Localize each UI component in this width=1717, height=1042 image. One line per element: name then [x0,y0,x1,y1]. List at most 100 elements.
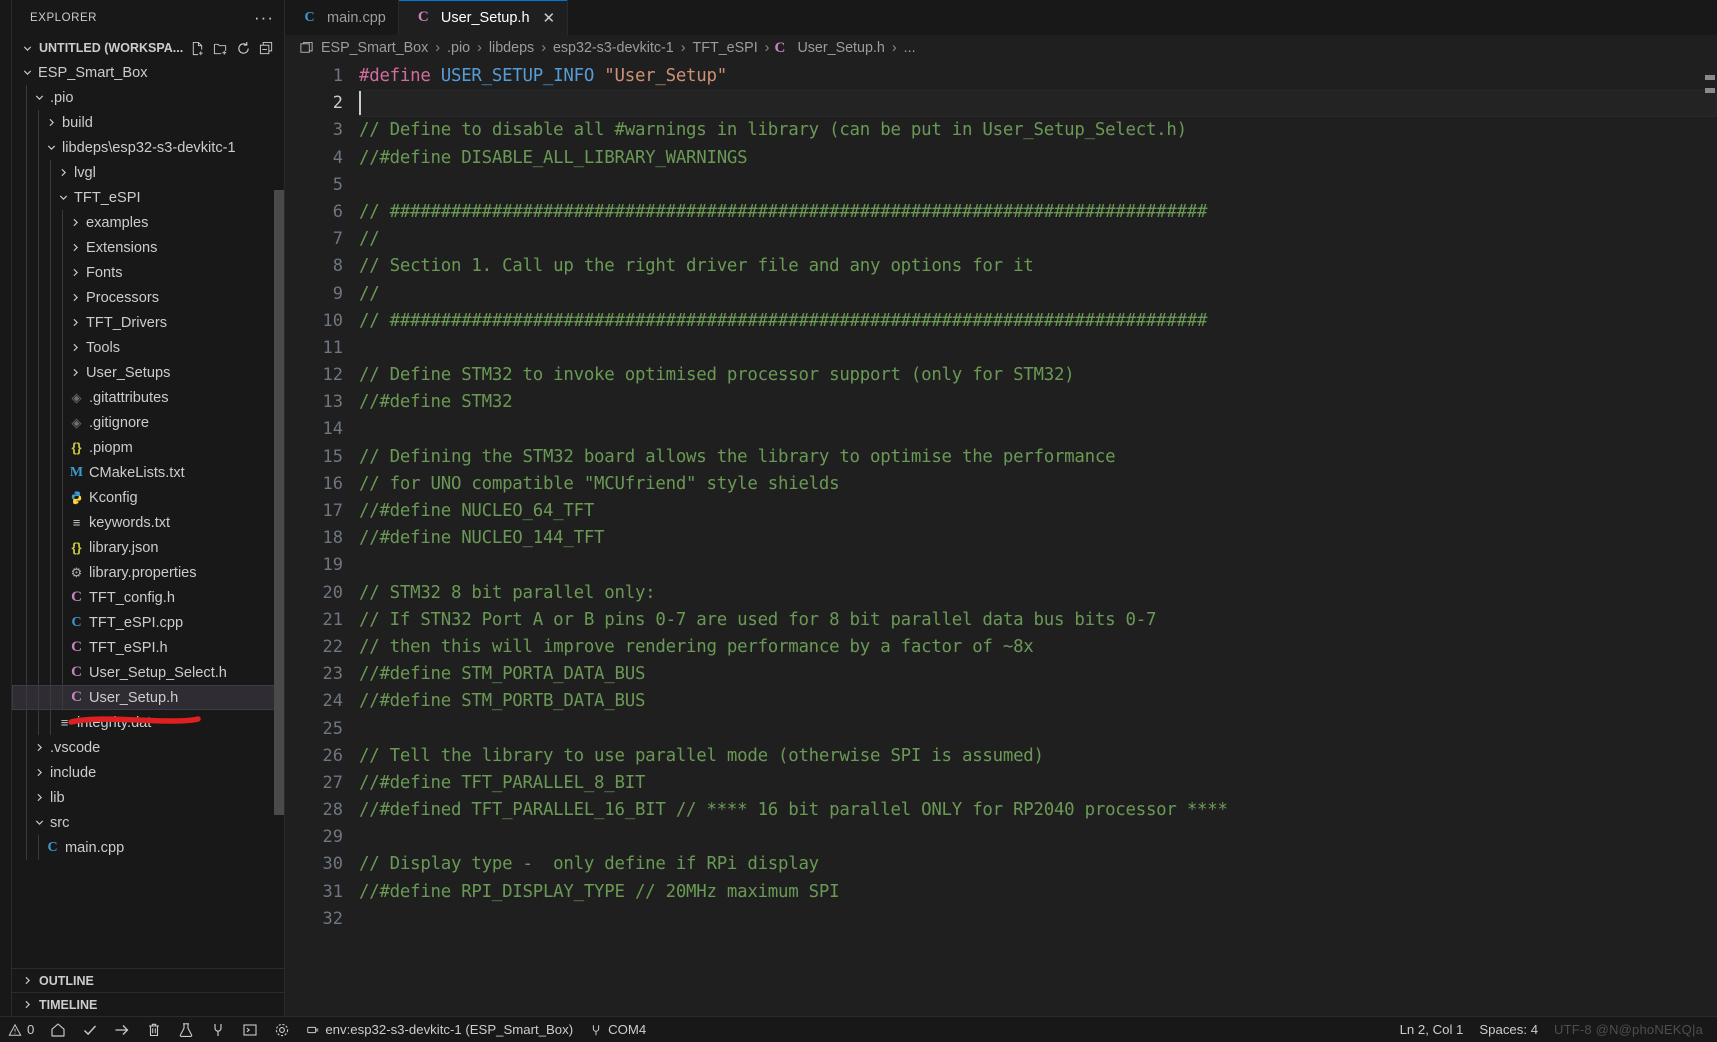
code-line[interactable]: //#define STM32 [359,389,1717,416]
status-serial-port[interactable]: COM4 [581,1017,654,1042]
tree-item-user-setup-h[interactable]: C User_Setup.h [12,685,284,710]
tree-item-pio[interactable]: .pio [12,85,284,110]
code-line[interactable] [359,416,1717,443]
pio-upload-button[interactable] [106,1017,138,1042]
outline-panel-header[interactable]: OUTLINE [12,968,284,992]
explorer-more-actions-icon[interactable]: ··· [254,9,274,26]
collapse-all-icon[interactable] [259,41,274,56]
tab-user-setup-h[interactable]: C User_Setup.h ✕ [398,0,569,35]
code-line[interactable]: // Define to disable all #warnings in li… [359,117,1717,144]
breadcrumb-item[interactable]: TFT_eSPI [691,40,760,56]
close-icon[interactable]: ✕ [543,9,556,27]
code-line[interactable]: // STM32 8 bit parallel only: [359,580,1717,607]
tree-item-lvgl[interactable]: lvgl [12,160,284,185]
tree-item-esp-smart-box[interactable]: ESP_Smart_Box [12,60,284,85]
code-line[interactable]: // #####################################… [359,199,1717,226]
activity-bar[interactable] [0,0,12,1016]
tree-item-tft-espi[interactable]: TFT_eSPI [12,185,284,210]
tree-item-extensions[interactable]: Extensions [12,235,284,260]
tab-main-cpp[interactable]: Cmain.cpp [285,0,399,35]
code-line[interactable]: // Define STM32 to invoke optimised proc… [359,362,1717,389]
code-content[interactable]: #define USER_SETUP_INFO "User_Setup" // D… [359,61,1717,1016]
pio-terminal-button[interactable] [234,1017,266,1042]
tree-item-vscode[interactable]: .vscode [12,735,284,760]
tree-item-cmakelists-txt[interactable]: M CMakeLists.txt [12,460,284,485]
pio-home-button[interactable] [42,1017,74,1042]
code-line[interactable] [359,335,1717,362]
status-environment[interactable]: env:esp32-s3-devkitc-1 (ESP_Smart_Box) [298,1017,581,1042]
tree-item-processors[interactable]: Processors [12,285,284,310]
code-line[interactable] [359,716,1717,743]
pio-settings-button[interactable] [266,1017,298,1042]
code-line[interactable]: //#define NUCLEO_64_TFT [359,498,1717,525]
breadcrumb-item[interactable]: User_Setup.h [795,40,886,56]
code-line[interactable]: // Display type - only define if RPi dis… [359,851,1717,878]
tree-item-src[interactable]: src [12,810,284,835]
sidebar-scrollbar[interactable] [274,190,284,815]
code-line[interactable]: // Tell the library to use parallel mode… [359,743,1717,770]
code-line[interactable]: #define USER_SETUP_INFO "User_Setup" [359,63,1717,90]
workspace-section-header[interactable]: UNTITLED (WORKSPA... [12,36,284,60]
status-cursor-position[interactable]: Ln 2, Col 1 [1392,1017,1472,1042]
tree-item-user-setups[interactable]: User_Setups [12,360,284,385]
code-line[interactable]: // Defining the STM32 board allows the l… [359,444,1717,471]
tree-item-library-properties[interactable]: ⚙ library.properties [12,560,284,585]
code-editor[interactable]: 1 2 3 4 5 6 7 8 9 10 11 12 13 14 15 16 17 18 19 20 21 22 23 24 2… [285,61,1717,1016]
file-tree[interactable]: ESP_Smart_Box .pio build libdeps\esp32-s3-d… [12,60,284,968]
code-line[interactable] [359,172,1717,199]
code-line[interactable] [359,552,1717,579]
pio-clean-button[interactable] [138,1017,170,1042]
new-file-icon[interactable] [190,41,205,56]
tree-item-tft-espi-h[interactable]: C TFT_eSPI.h [12,635,284,660]
code-line[interactable]: // Section 1. Call up the right driver f… [359,253,1717,280]
tree-item-examples[interactable]: examples [12,210,284,235]
code-line[interactable]: //#define DISABLE_ALL_LIBRARY_WARNINGS [359,145,1717,172]
pio-serial-monitor-button[interactable] [202,1017,234,1042]
tree-item-tft-drivers[interactable]: TFT_Drivers [12,310,284,335]
code-line[interactable]: //#define RPI_DISPLAY_TYPE // 20MHz maxi… [359,879,1717,906]
tree-item-tft-espi-cpp[interactable]: C TFT_eSPI.cpp [12,610,284,635]
editor-tabs[interactable]: Cmain.cpp C User_Setup.h ✕ [285,0,1717,35]
code-line[interactable]: // then this will improve rendering perf… [359,634,1717,661]
breadcrumb-item[interactable]: ... [902,40,918,56]
code-line[interactable]: // for UNO compatible "MCUfriend" style … [359,471,1717,498]
tree-item-gitignore[interactable]: ◈ .gitignore [12,410,284,435]
breadcrumb-item[interactable]: libdeps [487,40,536,56]
code-line[interactable]: // If STN32 Port A or B pins 0-7 are use… [359,607,1717,634]
breadcrumb[interactable]: ESP_Smart_Box › .pio › libdeps › esp32-s3-devk… [285,35,1717,61]
code-line[interactable] [359,90,1717,118]
tree-item-main-cpp[interactable]: Cmain.cpp [12,835,284,860]
breadcrumb-item[interactable]: .pio [445,40,472,56]
code-line[interactable] [359,906,1717,933]
code-line[interactable] [359,824,1717,851]
tree-item-build[interactable]: build [12,110,284,135]
code-line[interactable]: // [359,226,1717,253]
code-line[interactable]: //#define NUCLEO_144_TFT [359,525,1717,552]
code-line[interactable]: //#define TFT_PARALLEL_8_BIT [359,770,1717,797]
tree-item-lib[interactable]: lib [12,785,284,810]
tree-item-piopm[interactable]: {} .piopm [12,435,284,460]
tree-item-kconfig[interactable]: Kconfig [12,485,284,510]
tree-item-include[interactable]: include [12,760,284,785]
timeline-panel-header[interactable]: TIMELINE [12,992,284,1016]
code-line[interactable]: //#defined TFT_PARALLEL_16_BIT // **** 1… [359,797,1717,824]
code-line[interactable]: //#define STM_PORTA_DATA_BUS [359,661,1717,688]
tree-item-libdeps-esp32-s3-devkitc-1[interactable]: libdeps\esp32-s3-devkitc-1 [12,135,284,160]
tree-item-tft-config-h[interactable]: C TFT_config.h [12,585,284,610]
code-line[interactable]: // #####################################… [359,308,1717,335]
code-line[interactable]: // [359,281,1717,308]
status-problems[interactable]: 0 [0,1017,42,1042]
tree-item-keywords-txt[interactable]: ≡ keywords.txt [12,510,284,535]
pio-test-button[interactable] [170,1017,202,1042]
refresh-icon[interactable] [236,41,251,56]
breadcrumb-item[interactable]: ESP_Smart_Box [319,40,430,56]
new-folder-icon[interactable] [213,41,228,56]
split-editor-icon[interactable] [293,41,319,56]
breadcrumb-item[interactable]: esp32-s3-devkitc-1 [551,40,676,56]
tree-item-user-setup-select-h[interactable]: C User_Setup_Select.h [12,660,284,685]
tree-item-integrity-dat[interactable]: ≡ integrity.dat [12,710,284,735]
status-indentation[interactable]: Spaces: 4 [1471,1017,1546,1042]
tree-item-fonts[interactable]: Fonts [12,260,284,285]
tree-item-tools[interactable]: Tools [12,335,284,360]
pio-build-button[interactable] [74,1017,106,1042]
